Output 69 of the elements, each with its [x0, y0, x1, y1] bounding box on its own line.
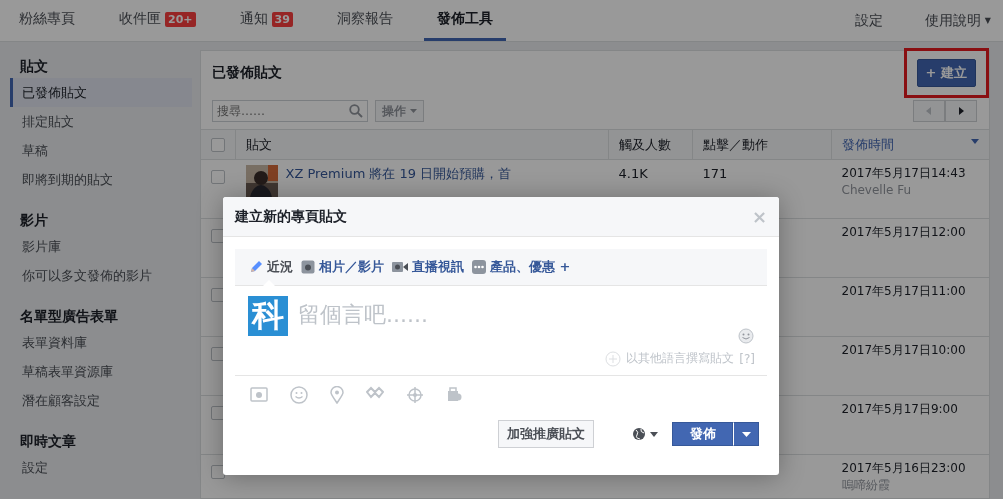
- reach-count: 4.1K: [618, 166, 648, 181]
- handshake-icon[interactable]: [366, 386, 384, 400]
- more-icon: [472, 260, 486, 274]
- sidebar-item[interactable]: 表單資料庫: [10, 328, 192, 357]
- author-name: 嗚啼紛霞: [841, 477, 891, 494]
- column-header[interactable]: 貼文: [246, 136, 272, 152]
- nav-tab[interactable]: 發佈工具: [423, 0, 506, 41]
- section-heading: 即時文章: [19, 432, 77, 451]
- target-icon[interactable]: [406, 386, 424, 404]
- publish-button[interactable]: 發佈: [672, 422, 733, 446]
- sidebar-item[interactable]: 排定貼文: [10, 107, 192, 136]
- photo-icon[interactable]: [250, 386, 268, 402]
- publish-time: 2017年5月17日10:00: [841, 342, 967, 359]
- sidebar-item[interactable]: 草稿: [10, 136, 192, 165]
- post-link[interactable]: XZ Premium 將在 19 日開始預購，首: [285, 165, 512, 197]
- sidebar-item[interactable]: 即將到期的貼文: [10, 165, 192, 194]
- section-heading: 貼文: [19, 57, 49, 76]
- nav-link[interactable]: 設定: [854, 0, 883, 41]
- create-button[interactable]: + 建立: [916, 59, 976, 87]
- video-camera-icon: [392, 261, 408, 273]
- author-name: Chevelle Fu: [841, 182, 913, 199]
- sidebar-item[interactable]: 潛在顧客設定: [10, 386, 192, 415]
- publish-time: 2017年5月17日9:00: [841, 401, 959, 418]
- count-badge: 39: [271, 11, 293, 27]
- sidebar-item[interactable]: 已發佈貼文: [10, 78, 192, 107]
- next-page-icon[interactable]: [945, 100, 977, 122]
- sidebar-item[interactable]: 影片庫: [10, 232, 192, 261]
- composer-tab[interactable]: 相片／影片: [301, 249, 384, 285]
- nav-tab[interactable]: 通知 39: [226, 0, 306, 41]
- publish-time: 2017年5月17日12:00: [841, 224, 967, 241]
- smiley-icon[interactable]: [290, 386, 308, 404]
- nav-tab[interactable]: 粉絲專頁: [6, 0, 88, 41]
- pencil-icon: [249, 260, 263, 274]
- sidebar-item[interactable]: 你可以多文發佈的影片: [10, 261, 192, 290]
- page-avatar: 科: [248, 296, 288, 336]
- select-all-checkbox[interactable]: [211, 137, 225, 152]
- sort-caret-icon[interactable]: [971, 138, 979, 144]
- boost-post-button[interactable]: 加強推廣貼文: [498, 420, 594, 448]
- section-heading: 名單型廣告表單: [19, 307, 119, 326]
- composer-tab[interactable]: 直播視訊: [392, 249, 464, 285]
- section-heading: 影片: [19, 211, 49, 230]
- publish-time: 2017年5月17日11:00: [841, 283, 967, 300]
- nav-link[interactable]: 使用說明 ▼: [924, 0, 991, 41]
- publish-options-button[interactable]: [733, 422, 759, 446]
- audience-globe-icon[interactable]: [632, 427, 660, 441]
- count-badge: 20+: [165, 11, 196, 27]
- composer-tab[interactable]: 產品、優惠 +: [472, 249, 571, 285]
- column-header[interactable]: 發佈時間: [842, 136, 894, 152]
- composer-tab[interactable]: 近況: [249, 249, 293, 285]
- nav-tab[interactable]: 收件匣 20+: [106, 0, 209, 41]
- search-field[interactable]: 搜尋……: [212, 100, 368, 122]
- dialog-title: 建立新的專頁貼文: [235, 207, 347, 226]
- caret-icon: [410, 109, 417, 113]
- publish-time: 2017年5月16日23:00: [841, 460, 967, 477]
- bag-icon[interactable]: [446, 386, 462, 402]
- sidebar-item[interactable]: 草稿表單資源庫: [10, 357, 192, 386]
- row-checkbox[interactable]: [211, 170, 225, 184]
- search-icon: [349, 104, 363, 118]
- clicks-count: 171: [702, 166, 728, 181]
- publish-time: 2017年5月17日14:43: [841, 165, 967, 182]
- panel-title: 已發佈貼文: [212, 64, 282, 82]
- location-pin-icon[interactable]: [330, 386, 344, 404]
- caret-icon: [741, 431, 751, 437]
- row-checkbox[interactable]: [211, 465, 225, 479]
- nav-tab[interactable]: 洞察報告: [323, 0, 406, 41]
- smiley-icon[interactable]: [738, 328, 754, 344]
- camera-icon: [301, 260, 315, 274]
- sidebar-item[interactable]: 設定: [10, 453, 192, 482]
- add-icon[interactable]: [605, 350, 622, 367]
